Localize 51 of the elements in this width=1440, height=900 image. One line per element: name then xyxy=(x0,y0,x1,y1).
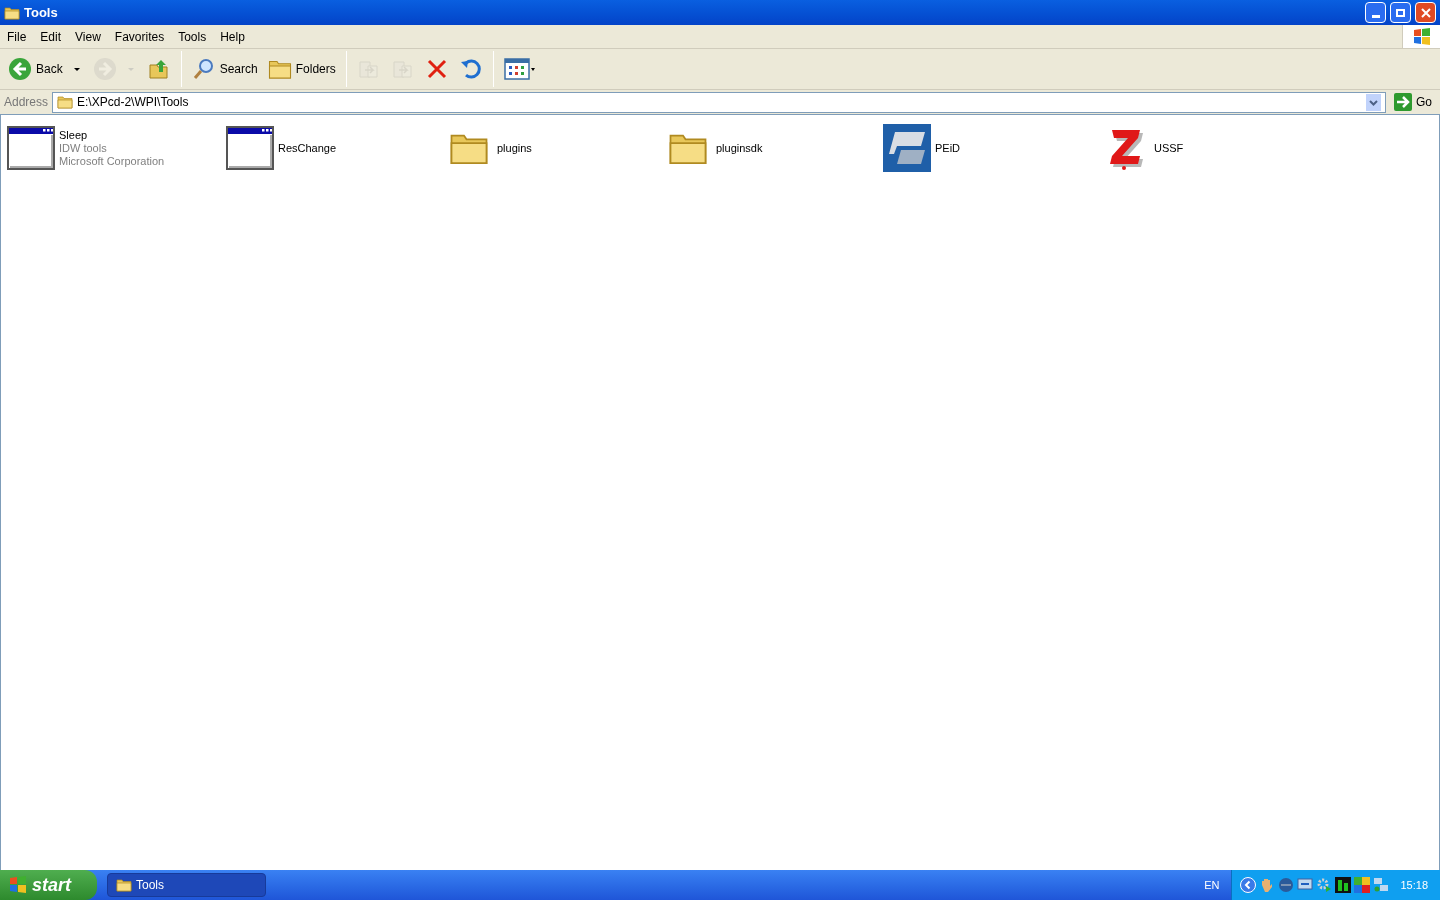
entry-label: plugins xyxy=(497,141,532,155)
restore-button[interactable] xyxy=(1390,2,1411,23)
icon-view-entry[interactable]: Sleep IDW tools Microsoft Corporation xyxy=(7,123,226,173)
search-button[interactable]: Search xyxy=(187,53,262,85)
menu-item[interactable]: Favorites xyxy=(107,27,172,46)
menu-item[interactable]: File xyxy=(0,27,34,46)
close-button[interactable] xyxy=(1415,2,1436,23)
folder-icon xyxy=(4,4,20,21)
windows-logo-icon xyxy=(8,875,28,895)
address-field[interactable]: E:\XPcd-2\WPI\Tools xyxy=(52,91,1386,113)
menu-item[interactable]: Help xyxy=(213,27,252,46)
dropdown-icon[interactable] xyxy=(1366,93,1381,111)
menu-item[interactable]: Tools xyxy=(171,27,214,46)
colored-squares-icon[interactable] xyxy=(1354,877,1371,893)
icon-view-entry[interactable]: USSF xyxy=(1102,123,1321,173)
minimize-button[interactable] xyxy=(1365,2,1386,23)
icon-view-entry[interactable]: pluginsdk xyxy=(664,123,883,173)
entry-label: PEiD xyxy=(935,141,961,155)
application-logo-icon xyxy=(883,124,931,172)
window-icon xyxy=(7,126,55,170)
folder-icon xyxy=(116,877,132,893)
taskbar-button[interactable]: Tools xyxy=(107,873,266,897)
address-label: Address xyxy=(4,94,49,111)
level-meter-icon[interactable] xyxy=(1335,877,1352,893)
window-title: Tools xyxy=(24,3,58,22)
icon-view-entry[interactable]: plugins xyxy=(445,123,664,173)
icon-view-entry[interactable]: PEiD xyxy=(883,123,1102,173)
entry-label: Sleep xyxy=(59,128,89,142)
entry-label: ResChange xyxy=(278,141,337,155)
entry-detail: Microsoft Corporation xyxy=(59,154,165,168)
views-icon xyxy=(503,57,536,81)
search-icon xyxy=(191,57,216,81)
menu-item[interactable]: Edit xyxy=(33,27,69,46)
window-icon xyxy=(226,126,274,170)
start-button[interactable]: start xyxy=(0,870,97,900)
icon-view-entry[interactable]: ResChange xyxy=(226,123,445,173)
folder-icon xyxy=(57,94,74,110)
language-indicator[interactable]: EN xyxy=(1204,876,1220,894)
entry-label: USSF xyxy=(1154,141,1184,155)
clock: 15:18 xyxy=(1400,877,1428,893)
monitor-icon[interactable] xyxy=(1297,877,1314,893)
menu-item[interactable]: View xyxy=(68,27,108,46)
go-arrow-icon xyxy=(1394,93,1412,111)
close-icon xyxy=(1419,6,1432,19)
back-button[interactable]: Back xyxy=(4,53,87,85)
network-icon[interactable] xyxy=(1373,877,1390,893)
go-button[interactable]: Go xyxy=(1390,93,1436,111)
entry-detail: IDW tools xyxy=(59,141,108,155)
entry-label: pluginsdk xyxy=(716,141,763,155)
folder-up-icon xyxy=(146,57,171,81)
folders-button[interactable]: Folders xyxy=(263,53,340,85)
